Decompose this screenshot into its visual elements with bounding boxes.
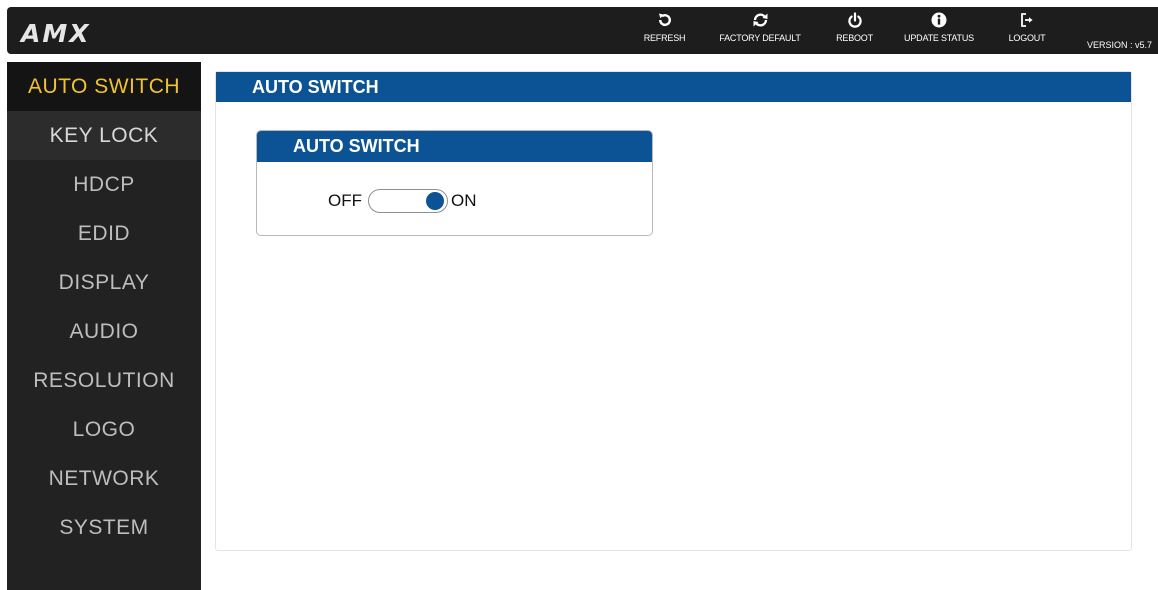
logout-icon [1001,7,1053,33]
page-title: AUTO SWITCH [216,72,1131,102]
version-label: VERSION : v5.7 [1086,40,1152,50]
sidebar-item-logo[interactable]: LOGO [7,405,201,454]
off-label: OFF [328,191,362,210]
update-status-button[interactable]: UPDATE STATUS [897,7,981,54]
factory-default-icon [707,7,813,33]
amx-logo: AMX [21,21,91,46]
switch-row: OFF ON [328,189,477,213]
factory-default-button[interactable]: FACTORY DEFAULT [707,7,813,54]
reboot-icon [827,7,882,33]
sidebar-item-auto-switch[interactable]: AUTO SWITCH [7,62,201,111]
sidebar-item-display[interactable]: DISPLAY [7,258,201,307]
logout-label: LOGOUT [1008,33,1046,43]
on-label: ON [451,191,477,210]
main-panel: AUTO SWITCH AUTO SWITCH OFF ON [215,71,1132,551]
auto-switch-toggle[interactable] [368,189,448,213]
logo-text: AMX [21,19,91,48]
toggle-knob [426,192,444,210]
sidebar-item-system[interactable]: SYSTEM [7,503,201,552]
sidebar-item-edid[interactable]: EDID [7,209,201,258]
refresh-button[interactable]: REFRESH [637,7,692,54]
card-title: AUTO SWITCH [257,131,652,162]
auto-switch-card: AUTO SWITCH OFF ON [256,130,653,236]
sidebar-item-resolution[interactable]: RESOLUTION [7,356,201,405]
factory-default-label: FACTORY DEFAULT [719,33,801,43]
update-status-icon [897,7,981,33]
sidebar-item-key-lock[interactable]: KEY LOCK [7,111,201,160]
refresh-icon [637,7,692,33]
refresh-label: REFRESH [643,33,686,43]
sidebar-item-audio[interactable]: AUDIO [7,307,201,356]
reboot-button[interactable]: REBOOT [827,7,882,54]
sidebar: AUTO SWITCH KEY LOCK HDCP EDID DISPLAY A… [7,62,201,590]
reboot-label: REBOOT [836,33,873,43]
sidebar-item-network[interactable]: NETWORK [7,454,201,503]
sidebar-item-hdcp[interactable]: HDCP [7,160,201,209]
update-status-label: UPDATE STATUS [904,33,974,43]
top-bar: AMX REFRESH FACTORY DEFAULT REBOOT UPDAT… [7,7,1158,54]
logout-button[interactable]: LOGOUT [1001,7,1053,54]
